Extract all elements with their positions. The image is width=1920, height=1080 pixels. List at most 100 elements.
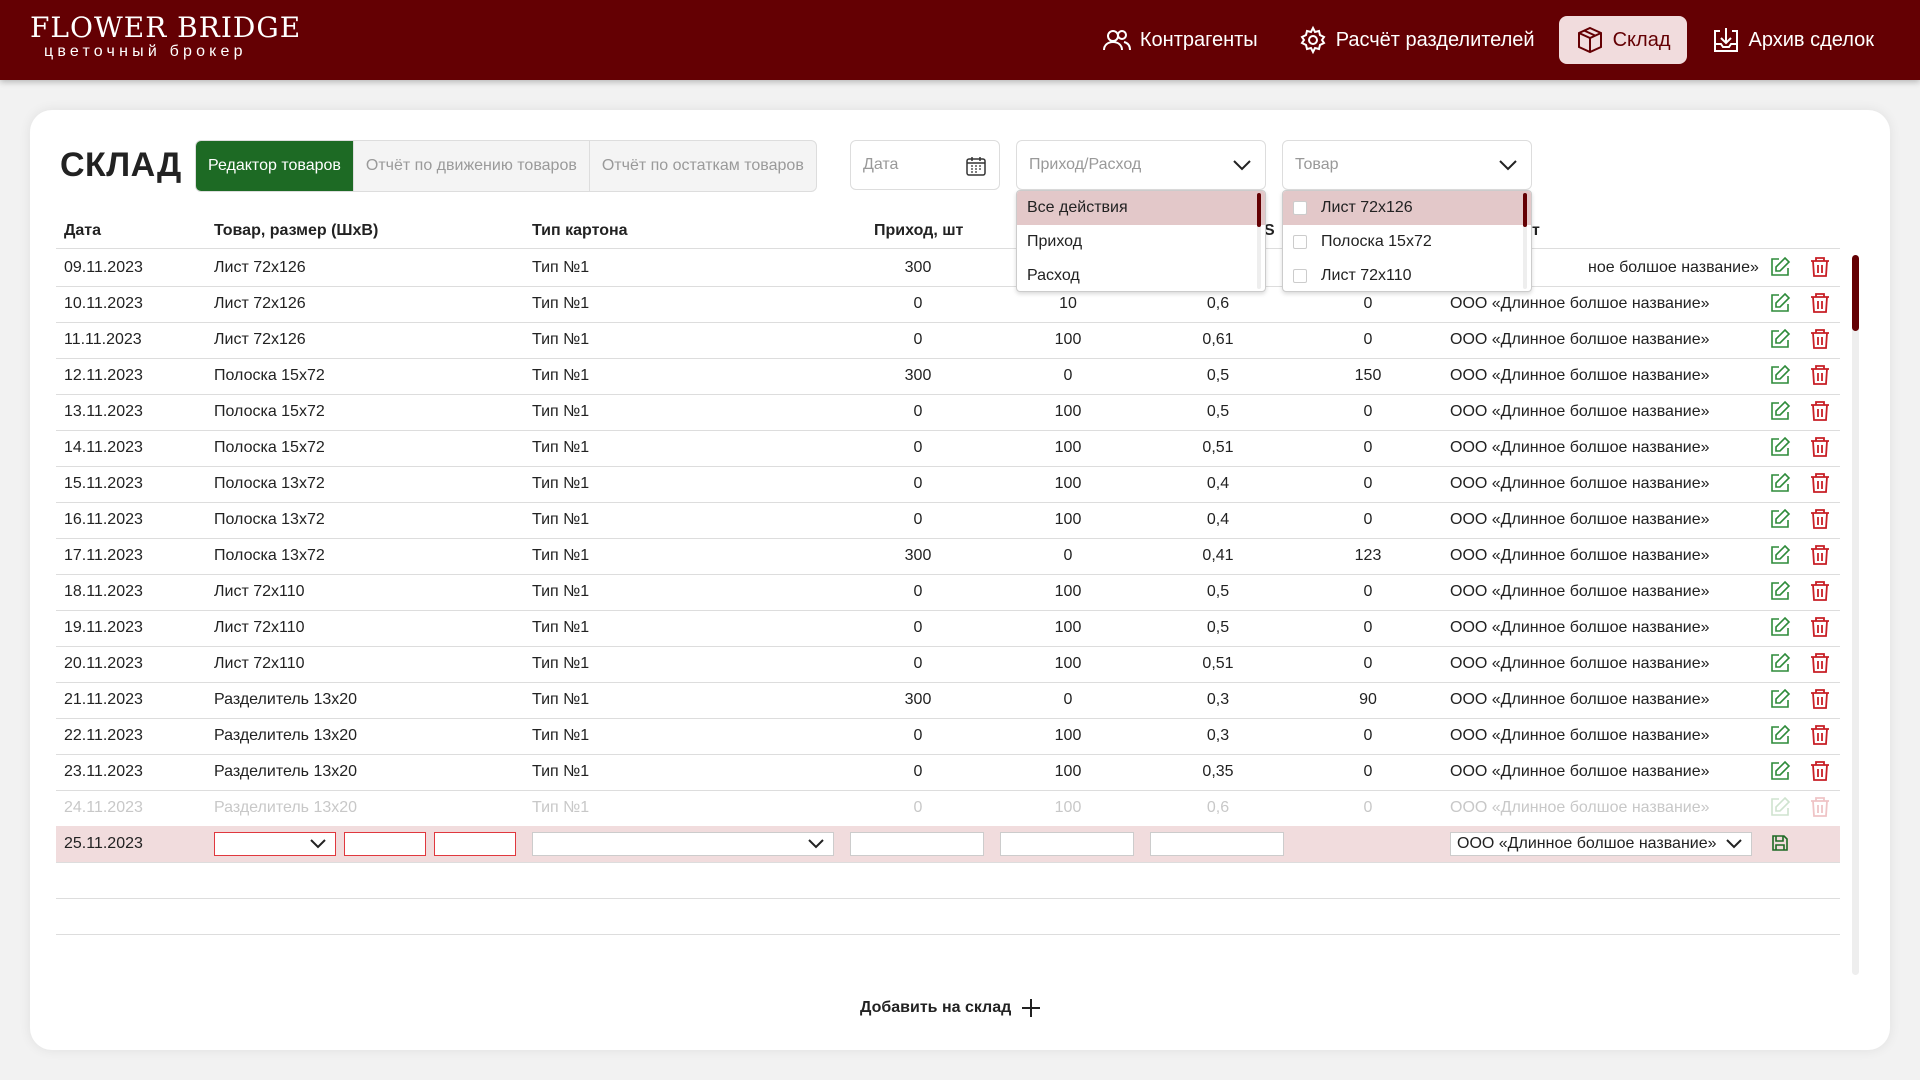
table-row: 13.11.2023 Полоска 15x72 Тип №1 0 100 0,5 0 ООО… <box>56 394 1840 431</box>
dropdown-scrollbar[interactable] <box>1523 193 1527 227</box>
cell-price: 0,61 <box>1202 331 1234 348</box>
tab-stock-report[interactable]: Отчёт по остаткам товаров <box>588 141 816 191</box>
cell-carton: Тип №1 <box>532 511 590 528</box>
cell-income: 0 <box>913 331 923 348</box>
edit-icon[interactable] <box>1768 471 1792 495</box>
edit-icon[interactable] <box>1768 435 1792 459</box>
trash-icon[interactable] <box>1808 255 1832 279</box>
trash-icon[interactable] <box>1808 651 1832 675</box>
table-row: 12.11.2023 Полоска 15x72 Тип №1 300 0 0,5 150 О… <box>56 358 1840 395</box>
product-option[interactable]: Лист 72x110 <box>1283 259 1531 291</box>
option-label: Лист 72x126 <box>1321 199 1413 216</box>
cell-partner: ное болшое название» <box>1588 259 1759 276</box>
income-input[interactable] <box>850 832 984 856</box>
trash-icon[interactable] <box>1808 471 1832 495</box>
cell-expense: 100 <box>1054 511 1082 528</box>
cell-balance: 0 <box>1363 403 1373 420</box>
carton-type-select[interactable] <box>532 832 834 856</box>
cell-balance: 0 <box>1363 763 1373 780</box>
tab-product-editor[interactable]: Редактор товаров <box>196 141 353 191</box>
cell-date: 12.11.2023 <box>64 367 143 384</box>
cell-price: 0,5 <box>1206 583 1230 600</box>
product-filter-select[interactable]: Товар <box>1282 140 1532 190</box>
edit-icon[interactable] <box>1768 399 1792 423</box>
cell-carton: Тип №1 <box>532 403 590 420</box>
trash-icon[interactable] <box>1808 543 1832 567</box>
gear-icon <box>1300 25 1326 55</box>
trash-icon[interactable] <box>1808 759 1832 783</box>
edit-icon[interactable] <box>1768 723 1792 747</box>
edit-icon[interactable] <box>1768 543 1792 567</box>
table-row: 11.11.2023 Лист 72x126 Тип №1 0 100 0,61 0 ООО … <box>56 322 1840 359</box>
date-filter[interactable]: Дата <box>850 140 1000 190</box>
edit-icon[interactable] <box>1768 363 1792 387</box>
date-placeholder: Дата <box>863 156 899 173</box>
cell-product: Лист 72x126 <box>214 295 306 312</box>
logo[interactable]: FLOWER BRIDGE цветочный брокер <box>30 12 301 60</box>
edit-icon[interactable] <box>1768 327 1792 351</box>
scrollbar-thumb[interactable] <box>1852 255 1859 331</box>
cell-income: 0 <box>913 475 923 492</box>
edit-icon[interactable] <box>1768 615 1792 639</box>
width-input[interactable] <box>344 832 426 856</box>
edit-icon[interactable] <box>1768 687 1792 711</box>
trash-icon[interactable] <box>1808 291 1832 315</box>
add-to-warehouse-button[interactable]: Добавить на склад <box>860 996 1043 1020</box>
table-row: 16.11.2023 Полоска 13x72 Тип №1 0 100 0,4 0 ООО… <box>56 502 1840 539</box>
dropdown-scrollbar[interactable] <box>1257 193 1261 227</box>
option-all-actions[interactable]: Все действия <box>1017 191 1265 225</box>
checkbox[interactable] <box>1293 201 1307 215</box>
cell-product: Разделитель 13x20 <box>214 799 358 816</box>
trash-icon[interactable] <box>1808 615 1832 639</box>
trash-icon[interactable] <box>1808 327 1832 351</box>
edit-icon[interactable] <box>1768 507 1792 531</box>
expense-input[interactable] <box>1000 832 1134 856</box>
nav-item-counterparties[interactable]: Контрагенты <box>1086 16 1274 64</box>
edit-icon[interactable] <box>1768 651 1792 675</box>
option-income[interactable]: Приход <box>1017 225 1265 259</box>
trash-icon[interactable] <box>1808 507 1832 531</box>
edit-icon[interactable] <box>1768 255 1792 279</box>
nav-item-separators[interactable]: Расчёт разделителей <box>1282 16 1551 64</box>
product-option[interactable]: Лист 72x126 <box>1283 191 1531 225</box>
calendar-icon[interactable] <box>965 155 987 177</box>
product-option[interactable]: Полоска 15x72 <box>1283 225 1531 259</box>
trash-icon[interactable] <box>1808 399 1832 423</box>
nav-item-archive[interactable]: Архив сделок <box>1695 16 1891 64</box>
edit-icon[interactable] <box>1768 291 1792 315</box>
cell-income: 0 <box>913 583 923 600</box>
checkbox[interactable] <box>1293 269 1307 283</box>
checkbox[interactable] <box>1293 235 1307 249</box>
table-row: 10.11.2023 Лист 72x126 Тип №1 0 10 0,6 0 ООО «Д… <box>56 286 1840 323</box>
option-expense[interactable]: Расход <box>1017 259 1265 291</box>
users-icon <box>1102 30 1131 51</box>
trash-icon[interactable] <box>1808 435 1832 459</box>
edit-icon[interactable] <box>1768 759 1792 783</box>
edit-icon[interactable] <box>1768 795 1792 819</box>
nav-label: Склад <box>1612 28 1671 51</box>
product-select[interactable] <box>214 832 336 856</box>
table-row: 19.11.2023 Лист 72x110 Тип №1 0 100 0,5 0 ООО «… <box>56 610 1840 647</box>
price-input[interactable] <box>1150 832 1284 856</box>
trash-icon[interactable] <box>1808 363 1832 387</box>
cell-date: 24.11.2023 <box>64 799 143 816</box>
trash-icon[interactable] <box>1808 795 1832 819</box>
nav-item-warehouse[interactable]: Склад <box>1558 16 1687 64</box>
trash-icon[interactable] <box>1808 723 1832 747</box>
partner-select[interactable]: ООО «Длинное болшое название» <box>1450 832 1752 856</box>
cell-price: 0,3 <box>1206 691 1230 708</box>
empty-row <box>56 898 1840 935</box>
cell-product: Полоска 13x72 <box>214 511 325 528</box>
edit-icon[interactable] <box>1768 579 1792 603</box>
table-scrollbar[interactable] <box>1852 255 1859 975</box>
tab-movement-report[interactable]: Отчёт по движению товаров <box>352 141 589 191</box>
trash-icon[interactable] <box>1808 579 1832 603</box>
cell-income: 0 <box>913 295 923 312</box>
height-input[interactable] <box>434 832 516 856</box>
trash-icon[interactable] <box>1808 687 1832 711</box>
brand-name: FLOWER BRIDGE <box>30 11 302 44</box>
save-icon[interactable] <box>1770 833 1790 853</box>
nav-label: Контрагенты <box>1139 28 1258 51</box>
cell-price: 0,5 <box>1206 367 1230 384</box>
action-filter-select[interactable]: Приход/Расход <box>1016 140 1266 190</box>
